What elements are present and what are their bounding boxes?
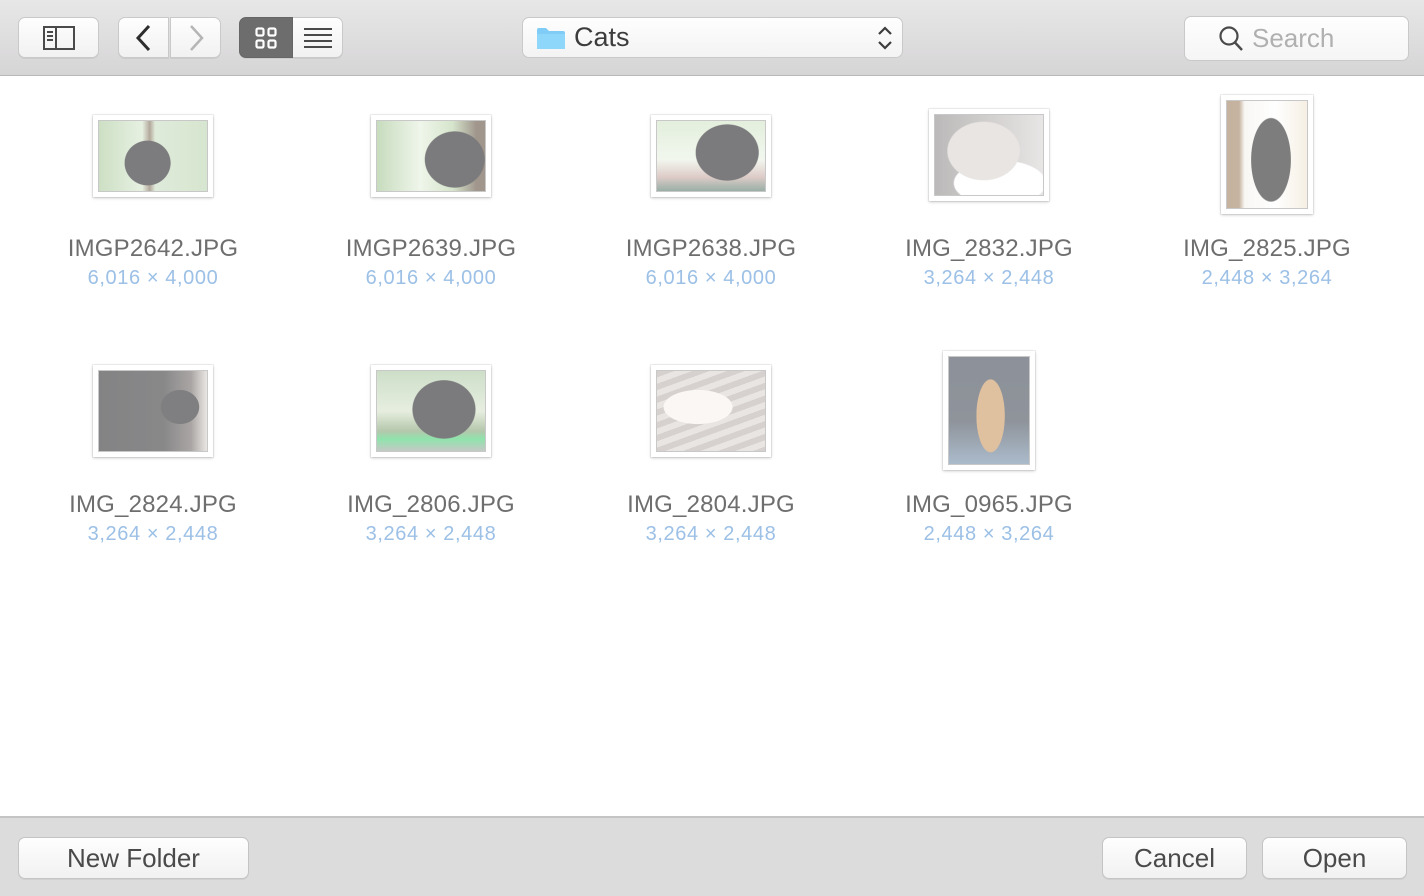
file-thumbnail	[371, 115, 491, 197]
file-item[interactable]: IMGP2639.JPG 6,016 × 4,000	[311, 95, 551, 315]
file-thumbnail	[1221, 95, 1313, 214]
file-item[interactable]: IMG_2824.JPG 3,264 × 2,448	[33, 351, 273, 571]
file-thumbnail	[371, 365, 491, 457]
file-dimensions: 2,448 × 3,264	[923, 523, 1055, 545]
search-icon	[1219, 25, 1243, 51]
location-popup[interactable]: Cats	[522, 17, 903, 58]
file-dimensions: 3,264 × 2,448	[923, 267, 1055, 289]
sidebar-icon	[42, 25, 75, 50]
file-name: IMGP2639.JPG	[345, 235, 517, 262]
folder-icon	[537, 27, 565, 49]
file-item[interactable]: IMG_2804.JPG 3,264 × 2,448	[591, 351, 831, 571]
file-name: IMG_0965.JPG	[905, 491, 1073, 518]
file-item[interactable]: IMG_2825.JPG 2,448 × 3,264	[1147, 95, 1387, 315]
forward-button[interactable]	[170, 17, 221, 58]
file-item[interactable]: IMG_2806.JPG 3,264 × 2,448	[311, 351, 551, 571]
file-item[interactable]: IMG_0965.JPG 2,448 × 3,264	[869, 351, 1109, 571]
file-thumbnail	[929, 109, 1049, 201]
file-name: IMGP2638.JPG	[625, 235, 797, 262]
list-view-button[interactable]	[293, 17, 343, 58]
list-icon	[303, 27, 332, 48]
file-dimensions: 3,264 × 2,448	[645, 523, 777, 545]
file-dimensions: 3,264 × 2,448	[365, 523, 497, 545]
file-thumbnail	[93, 115, 213, 197]
file-thumbnail	[651, 115, 771, 197]
file-name: IMG_2804.JPG	[627, 491, 795, 518]
file-thumbnail	[93, 365, 213, 457]
new-folder-button[interactable]: New Folder	[18, 837, 249, 879]
file-name: IMG_2806.JPG	[347, 491, 515, 518]
search-input[interactable]	[1252, 23, 1402, 54]
file-browser-grid: IMGP2642.JPG 6,016 × 4,000 IMGP2639.JPG …	[0, 77, 1424, 816]
icon-view-button[interactable]	[239, 17, 293, 58]
cancel-button[interactable]: Cancel	[1102, 837, 1247, 879]
toolbar: Cats	[0, 0, 1424, 76]
search-field[interactable]	[1184, 16, 1409, 61]
file-name: IMG_2825.JPG	[1183, 235, 1351, 262]
back-button[interactable]	[118, 17, 169, 58]
file-item[interactable]: IMG_2832.JPG 3,264 × 2,448	[869, 95, 1109, 315]
file-dimensions: 6,016 × 4,000	[365, 267, 497, 289]
file-dimensions: 6,016 × 4,000	[87, 267, 219, 289]
file-dimensions: 3,264 × 2,448	[87, 523, 219, 545]
file-item[interactable]: IMGP2642.JPG 6,016 × 4,000	[33, 95, 273, 315]
chevron-right-icon	[189, 24, 204, 51]
file-thumbnail	[943, 351, 1035, 470]
file-thumbnail	[651, 365, 771, 457]
sidebar-toggle-button[interactable]	[18, 17, 99, 58]
file-dimensions: 6,016 × 4,000	[645, 267, 777, 289]
file-name: IMG_2832.JPG	[905, 235, 1073, 262]
file-name: IMG_2824.JPG	[69, 491, 237, 518]
file-dimensions: 2,448 × 3,264	[1201, 267, 1333, 289]
open-button[interactable]: Open	[1262, 837, 1407, 879]
chevron-left-icon	[135, 24, 150, 51]
dialog-footer: New Folder Cancel Open	[0, 816, 1424, 896]
grid-icon	[255, 26, 277, 49]
chevron-updown-icon	[878, 26, 892, 50]
file-item[interactable]: IMGP2638.JPG 6,016 × 4,000	[591, 95, 831, 315]
location-label: Cats	[574, 22, 630, 52]
file-name: IMGP2642.JPG	[67, 235, 239, 262]
